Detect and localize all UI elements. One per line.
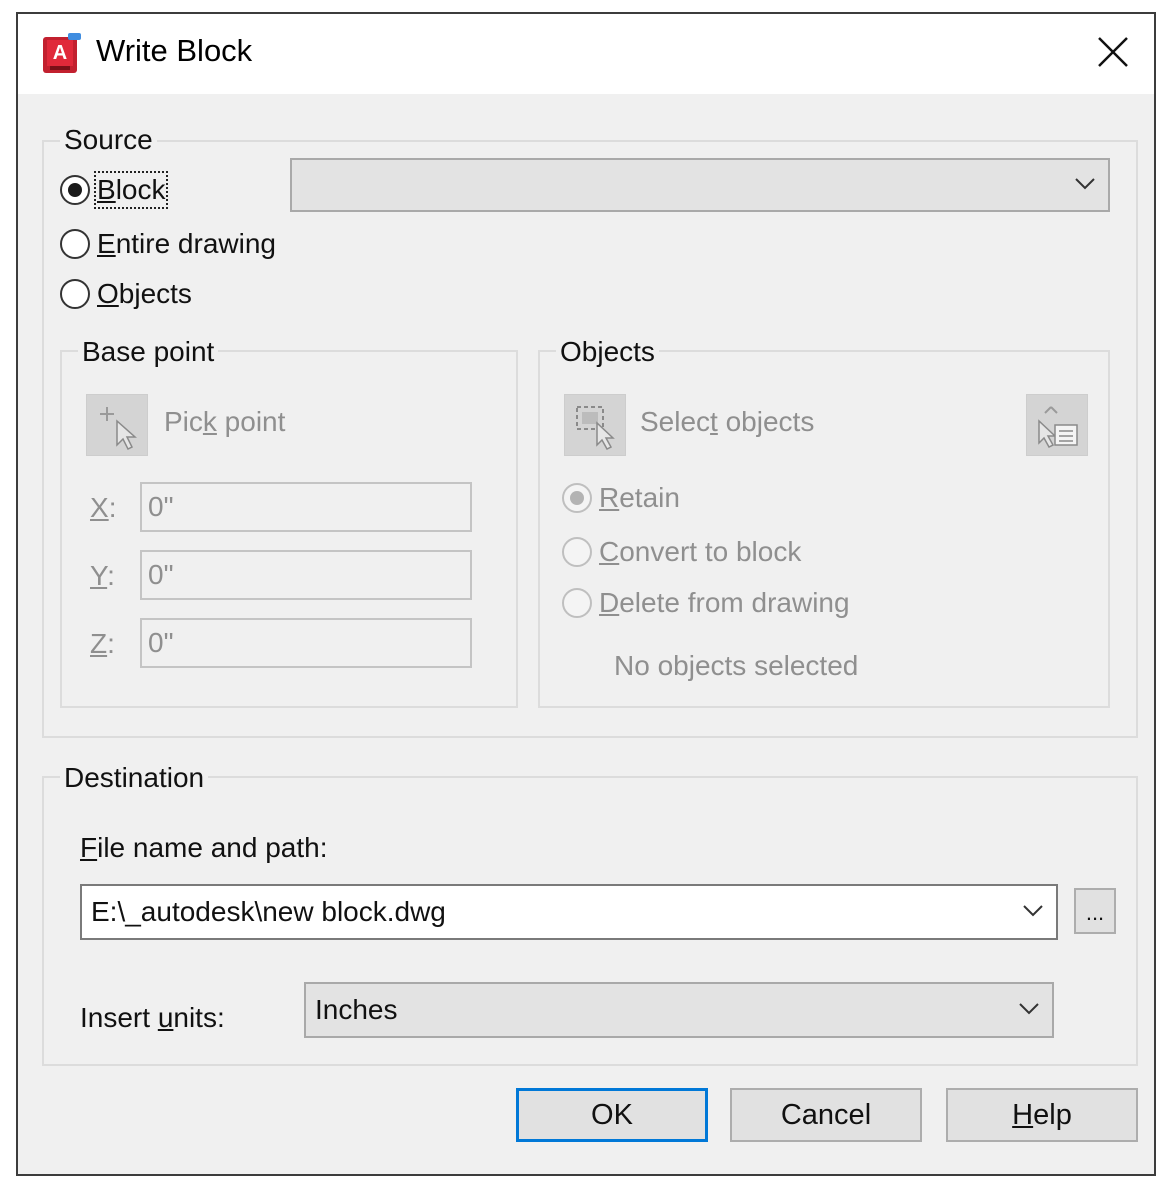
select-objects-label: Select objects [640, 406, 815, 437]
pick-point-button[interactable] [86, 394, 148, 456]
radio-entire-drawing-indicator [60, 229, 90, 259]
close-icon [1098, 37, 1128, 67]
select-objects-button[interactable] [564, 394, 626, 456]
write-block-dialog: A Write Block Source Block Entire drawin… [16, 12, 1156, 1176]
chevron-down-icon [1023, 905, 1043, 917]
file-path-value: E:\_autodesk\new block.dwg [91, 896, 446, 927]
base-x-field[interactable]: 0" [140, 482, 472, 532]
file-name-label: File name and path: [80, 832, 328, 863]
svg-text:A: A [53, 42, 67, 64]
ok-button[interactable]: OK [516, 1088, 708, 1142]
radio-delete-indicator [562, 588, 592, 618]
chevron-down-icon [1075, 178, 1095, 190]
base-point-legend: Base point [78, 336, 219, 368]
pick-point-label: Pick point [164, 406, 286, 437]
browse-button[interactable]: ... [1074, 888, 1116, 934]
radio-delete-label: Delete from drawing [599, 587, 850, 618]
destination-legend: Destination [60, 762, 209, 794]
radio-convert-label: Convert to block [599, 536, 802, 567]
base-y-field[interactable]: 0" [140, 550, 472, 600]
insert-units-select[interactable]: Inches [304, 982, 1054, 1038]
radio-retain[interactable]: Retain [562, 482, 680, 514]
radio-block-indicator [60, 175, 90, 205]
title-bar: A Write Block [18, 14, 1154, 94]
radio-convert-indicator [562, 537, 592, 567]
insert-units-label: Insert units: [80, 1002, 225, 1033]
radio-block-label: Block [93, 171, 169, 209]
radio-objects[interactable]: Objects [60, 278, 192, 310]
objects-status-text: No objects selected [614, 650, 859, 681]
radio-retain-label: Retain [599, 482, 680, 513]
radio-objects-indicator [60, 279, 90, 309]
radio-entire-drawing-label: Entire drawing [97, 228, 276, 259]
help-button[interactable]: Help [946, 1088, 1138, 1142]
y-label: Y: [90, 560, 115, 591]
close-button[interactable] [1072, 14, 1154, 94]
file-path-combo[interactable]: E:\_autodesk\new block.dwg [80, 884, 1058, 940]
x-label: X: [90, 492, 117, 523]
radio-block[interactable]: Block [60, 171, 169, 209]
radio-retain-indicator [562, 483, 592, 513]
pick-point-icon [100, 407, 137, 451]
block-name-select[interactable] [290, 158, 1110, 212]
autocad-icon: A [42, 32, 82, 74]
select-objects-icon [576, 406, 615, 450]
cancel-button[interactable]: Cancel [730, 1088, 922, 1142]
chevron-down-icon [1019, 1003, 1039, 1015]
dialog-title: Write Block [96, 33, 253, 68]
base-z-field[interactable]: 0" [140, 618, 472, 668]
radio-delete-from-drawing[interactable]: Delete from drawing [562, 587, 850, 619]
source-legend: Source [60, 124, 157, 156]
quick-select-icon [1038, 406, 1078, 448]
quick-select-button[interactable] [1026, 394, 1088, 456]
radio-convert-to-block[interactable]: Convert to block [562, 536, 801, 568]
radio-objects-label: Objects [97, 278, 192, 309]
insert-units-value: Inches [315, 994, 398, 1025]
objects-legend: Objects [556, 336, 659, 368]
z-label: Z: [90, 628, 115, 659]
radio-entire-drawing[interactable]: Entire drawing [60, 228, 276, 260]
